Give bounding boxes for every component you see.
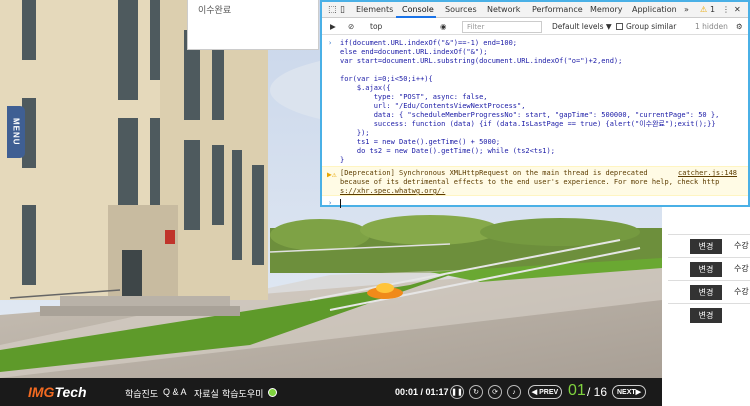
code-line: var start=document.URL.substring(documen… xyxy=(340,57,623,65)
tab-network[interactable]: Network xyxy=(487,5,520,14)
code-line: do ts2 = new Date().getTime(); while (ts… xyxy=(340,147,555,155)
prompt-chevron-icon: › xyxy=(328,39,333,47)
code-line: url: "/Edu/ContentsViewNextProcess", xyxy=(340,102,526,110)
completion-popup: 이수완료 xyxy=(187,0,319,50)
change-button[interactable]: 변경 xyxy=(690,262,722,277)
warning-line: because of its detrimental effects to th… xyxy=(340,178,720,186)
code-line: else end=document.URL.indexOf("&"); xyxy=(340,48,488,56)
tab-memory[interactable]: Memory xyxy=(590,5,623,14)
code-line: } xyxy=(340,156,345,164)
prev-button[interactable]: ◀ PREV xyxy=(528,385,562,399)
nav-help[interactable]: 학습도우미 xyxy=(222,387,263,400)
devtools-panel: ⬚ ▯ Elements Console Sources Network Per… xyxy=(320,0,750,208)
refresh-icon[interactable]: ⟳ xyxy=(488,385,502,399)
console-output[interactable]: › if(document.URL.indexOf("&")==-1) end=… xyxy=(322,36,748,208)
table-row: 변경 수강 xyxy=(668,280,750,303)
settings-gear-icon[interactable]: ⚙ xyxy=(736,22,743,31)
tab-console[interactable]: Console xyxy=(402,5,434,14)
group-similar-checkbox[interactable] xyxy=(616,23,623,30)
code-line: ts1 = new Date().getTime() + 5000; xyxy=(340,138,501,146)
warning-icon: ⚠ xyxy=(700,5,708,14)
volume-icon[interactable]: ♪ xyxy=(507,385,521,399)
warning-line: [Deprecation] Synchronous XMLHttpRequest… xyxy=(340,169,648,177)
next-button[interactable]: NEXT▶ xyxy=(612,385,646,399)
group-similar-label: Group similar xyxy=(626,22,677,31)
nav-progress[interactable]: 학습진도 xyxy=(125,387,158,400)
tab-application[interactable]: Application xyxy=(632,5,677,14)
row-status: 수강 xyxy=(734,241,749,250)
tab-performance[interactable]: Performance xyxy=(532,5,583,14)
logo-suffix: Tech xyxy=(54,384,87,400)
input-prompt-icon: › xyxy=(328,199,333,207)
code-line: if(document.URL.indexOf("&")==-1) end=10… xyxy=(340,39,518,47)
change-button[interactable]: 변경 xyxy=(690,308,722,323)
nav-qna[interactable]: Q & A xyxy=(163,387,187,397)
change-button[interactable]: 변경 xyxy=(690,285,722,300)
playback-time: 00:01 / 01:17 xyxy=(395,387,449,397)
current-page: 01 xyxy=(568,382,586,399)
table-row: 변경 수강 xyxy=(668,234,750,257)
tab-elements[interactable]: Elements xyxy=(356,5,393,14)
pause-icon[interactable]: ❚❚ xyxy=(450,385,464,399)
clear-console-icon[interactable]: ▶ xyxy=(330,22,336,31)
eye-icon[interactable]: ◉ xyxy=(440,22,447,31)
console-input-cursor[interactable] xyxy=(340,199,341,208)
warning-source-link[interactable]: catcher.js:148 xyxy=(678,169,737,177)
filter-input[interactable]: Filter xyxy=(462,21,542,33)
hidden-count: 1 hidden xyxy=(695,22,728,31)
devtools-tabbar: ⬚ ▯ Elements Console Sources Network Per… xyxy=(322,2,748,18)
more-tabs-icon[interactable]: » xyxy=(684,5,689,14)
deprecation-warning: ▶⚠ [Deprecation] Synchronous XMLHttpRequ… xyxy=(322,166,748,196)
popup-text: 이수완료 xyxy=(198,5,232,15)
menu-tab[interactable]: MENU xyxy=(7,106,25,158)
nav-resources[interactable]: 자료실 xyxy=(194,387,219,400)
player-control-bar: IMGTech 학습진도 Q & A 자료실 학습도우미 00:01 / 01:… xyxy=(0,378,662,406)
levels-select[interactable]: Default levels ▼ xyxy=(552,22,612,31)
device-toggle-icon[interactable]: ▯ xyxy=(340,5,345,15)
table-row: 변경 수강 xyxy=(668,257,750,280)
close-icon[interactable]: ✕ xyxy=(734,5,741,14)
status-dot-icon xyxy=(268,388,277,397)
inspect-icon[interactable]: ⬚ xyxy=(328,5,337,15)
code-line: type: "POST", async: false, xyxy=(340,93,488,101)
console-toolbar: ▶ ⊘ top ◉ Filter Default levels ▼ Group … xyxy=(322,18,748,35)
menu-tab-label: MENU xyxy=(11,118,21,146)
imgtech-logo: IMGTech xyxy=(28,384,87,400)
warning-count[interactable]: 1 xyxy=(710,5,715,14)
row-status: 수강 xyxy=(734,264,749,273)
code-line: data: { "scheduleMemberProgressNo": star… xyxy=(340,111,720,119)
code-line: for(var i=0;i<50;i++){ xyxy=(340,75,433,83)
code-line: success: function (data) {if (data.IsLas… xyxy=(340,120,716,128)
block-icon[interactable]: ⊘ xyxy=(348,22,354,31)
table-row: 변경 xyxy=(668,303,750,326)
warning-link[interactable]: s://xhr.spec.whatwg.org/. xyxy=(340,187,445,196)
menu-dots-icon[interactable]: ⋮ xyxy=(722,5,730,14)
replay-icon[interactable]: ↻ xyxy=(469,385,483,399)
row-status: 수강 xyxy=(734,287,749,296)
context-select[interactable]: top xyxy=(370,22,382,31)
warning-triangle-icon: ▶⚠ xyxy=(327,170,337,179)
code-line: }); xyxy=(340,129,370,137)
tab-sources[interactable]: Sources xyxy=(445,5,477,14)
total-pages: / 16 xyxy=(587,385,608,399)
change-button[interactable]: 변경 xyxy=(690,239,722,254)
code-line: $.ajax({ xyxy=(340,84,391,92)
logo-brand: IMG xyxy=(28,384,55,400)
